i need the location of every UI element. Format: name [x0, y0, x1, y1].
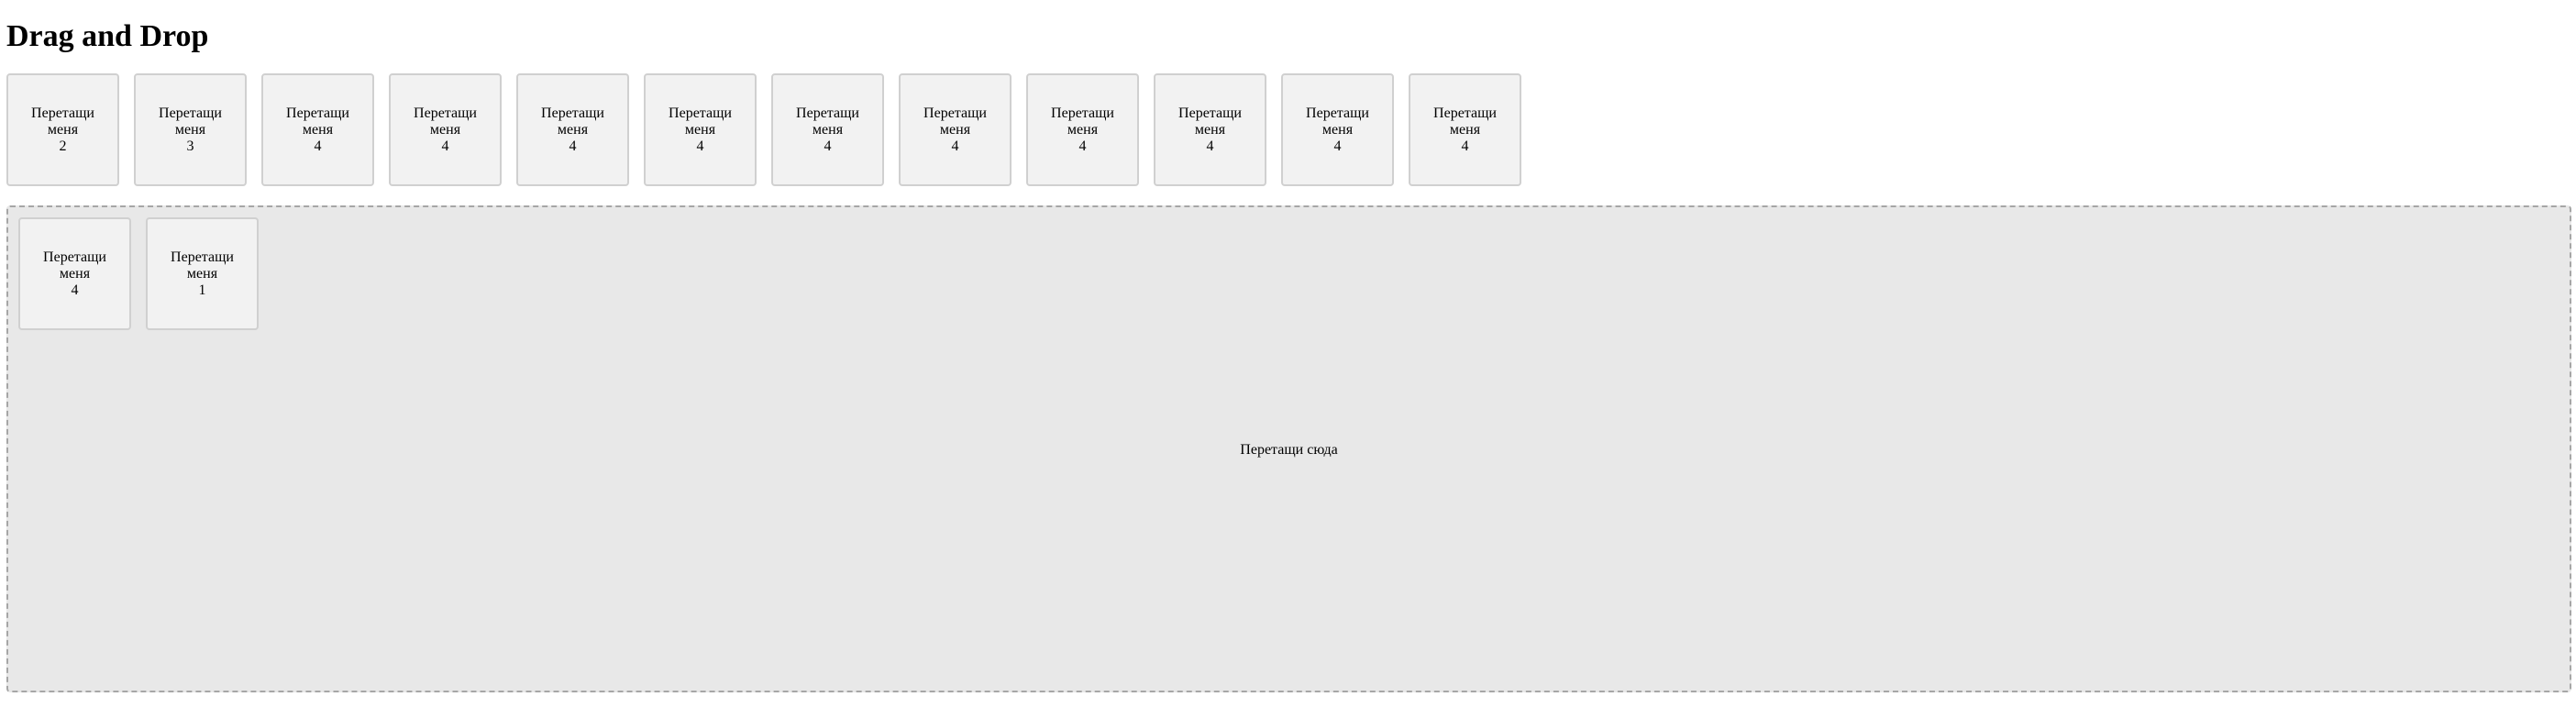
draggable-item[interactable]: Перетащи меня 4 [899, 73, 1012, 186]
draggable-item[interactable]: Перетащи меня 4 [389, 73, 502, 186]
draggable-item[interactable]: Перетащи меня 4 [1409, 73, 1521, 186]
drop-zone[interactable]: Перетащи меня 4 Перетащи меня 1 Перетащи… [6, 205, 2571, 692]
draggable-item-label: Перетащи меня 4 [669, 105, 732, 154]
draggable-item-label: Перетащи меня 4 [1433, 105, 1497, 154]
draggable-item-label: Перетащи меня 4 [1178, 105, 1242, 154]
page: Drag and Drop Перетащи меня 2 Перетащи м… [0, 0, 2576, 719]
draggable-item-label: Перетащи меня 4 [286, 105, 349, 154]
dropped-item[interactable]: Перетащи меня 4 [18, 217, 131, 330]
draggable-item[interactable]: Перетащи меня 3 [134, 73, 247, 186]
draggable-item[interactable]: Перетащи меня 4 [516, 73, 629, 186]
drop-zone-label: Перетащи сюда [1240, 442, 1338, 458]
draggable-item[interactable]: Перетащи меня 4 [771, 73, 884, 186]
draggable-item-label: Перетащи меня 3 [159, 105, 222, 154]
dropped-items-row: Перетащи меня 4 Перетащи меня 1 [18, 217, 259, 330]
draggable-item-label: Перетащи меня 4 [1306, 105, 1369, 154]
draggable-item-label: Перетащи меня 4 [541, 105, 604, 154]
draggable-item-label: Перетащи меня 4 [923, 105, 987, 154]
draggable-item[interactable]: Перетащи меня 4 [261, 73, 374, 186]
draggable-item-label: Перетащи меня 4 [1051, 105, 1114, 154]
draggable-item[interactable]: Перетащи меня 4 [644, 73, 757, 186]
draggable-item[interactable]: Перетащи меня 2 [6, 73, 119, 186]
draggable-item-label: Перетащи меня 2 [31, 105, 94, 154]
draggable-item-label: Перетащи меня 4 [414, 105, 477, 154]
dropped-item-label: Перетащи меня 4 [43, 249, 106, 298]
dropped-item-label: Перетащи меня 1 [171, 249, 234, 298]
draggable-items-row: Перетащи меня 2 Перетащи меня 3 Перетащи… [6, 73, 1521, 186]
draggable-item[interactable]: Перетащи меня 4 [1281, 73, 1394, 186]
draggable-item[interactable]: Перетащи меня 4 [1154, 73, 1266, 186]
dropped-item[interactable]: Перетащи меня 1 [146, 217, 259, 330]
page-title: Drag and Drop [6, 19, 209, 53]
draggable-item[interactable]: Перетащи меня 4 [1026, 73, 1139, 186]
draggable-item-label: Перетащи меня 4 [796, 105, 859, 154]
